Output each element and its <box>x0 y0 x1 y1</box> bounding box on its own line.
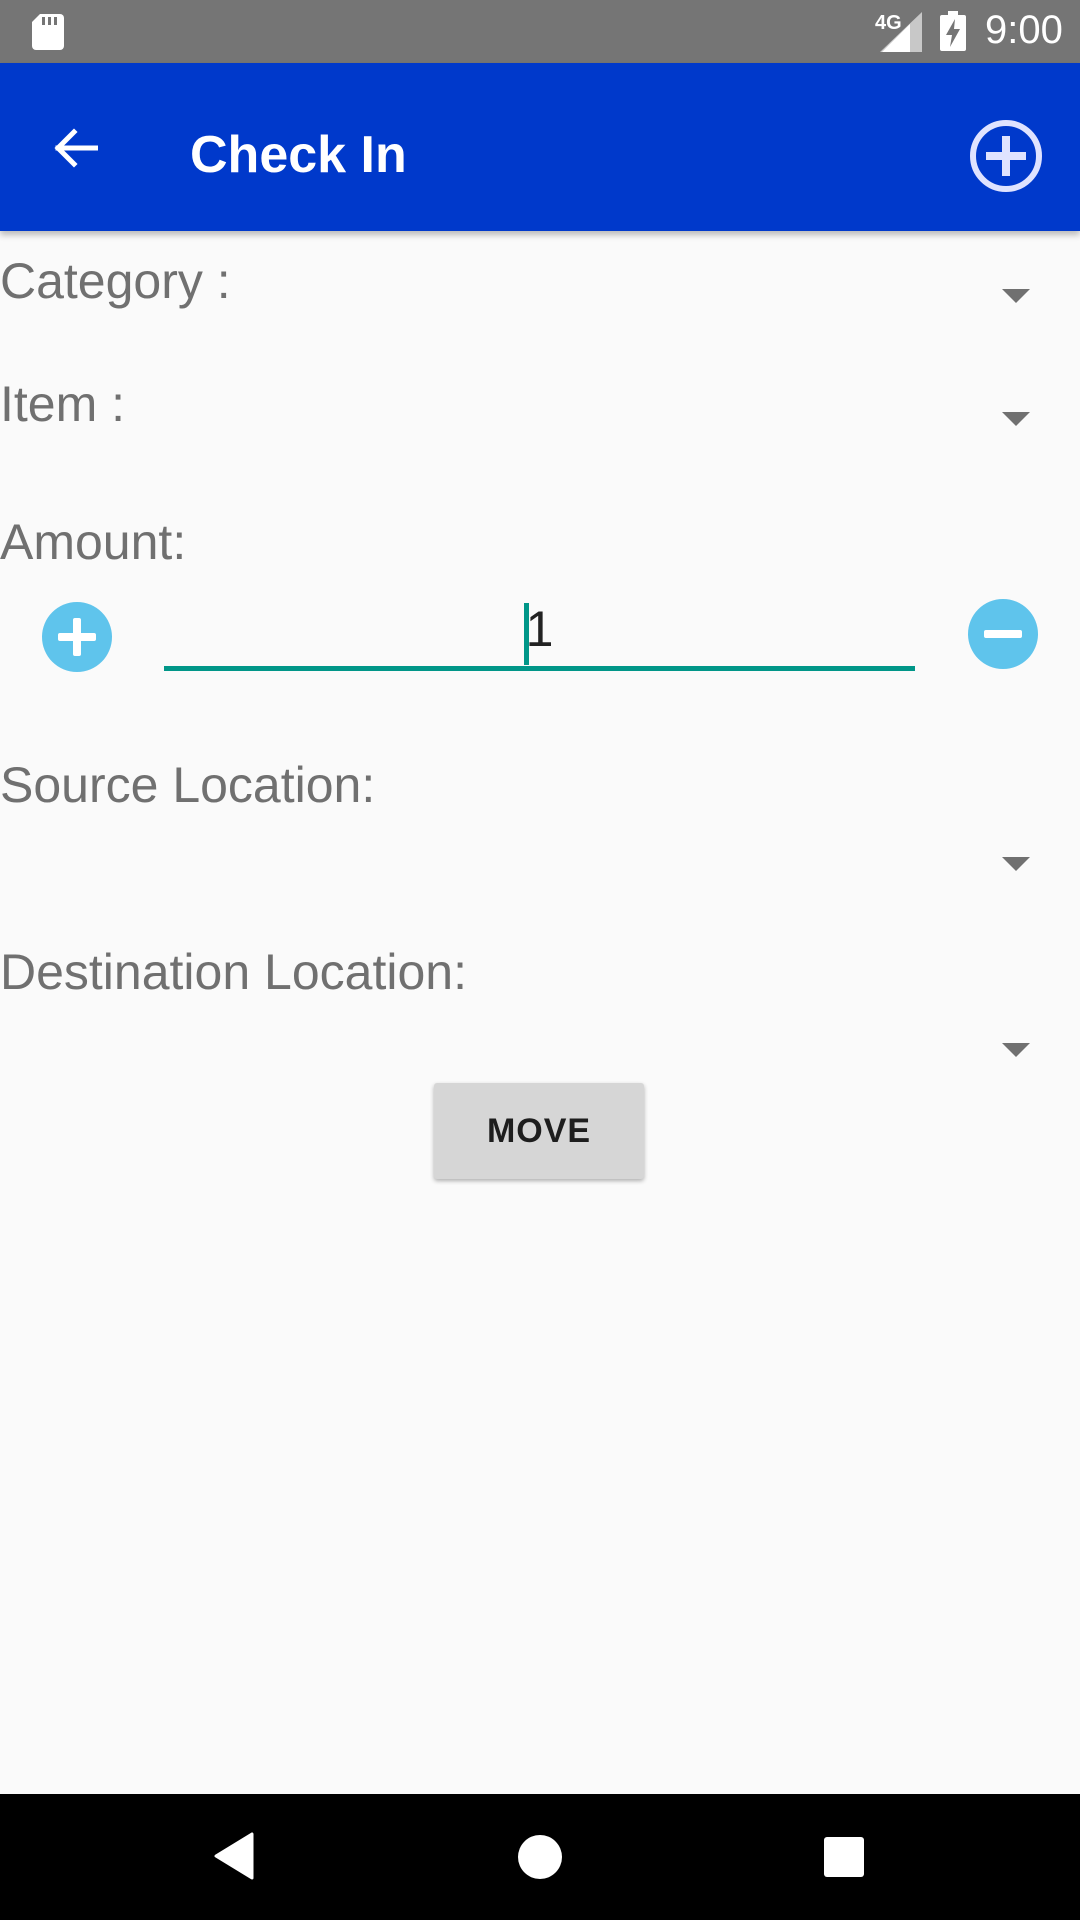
back-button[interactable] <box>40 113 110 183</box>
amount-label: Amount: <box>0 514 187 570</box>
item-dropdown[interactable]: Item : <box>0 359 1080 449</box>
chevron-down-icon <box>1002 1043 1030 1057</box>
category-label: Category : <box>0 253 231 309</box>
clock: 9:00 <box>985 8 1063 52</box>
nav-home-icon[interactable] <box>518 1835 562 1879</box>
sd-card-icon <box>32 14 64 50</box>
destination-location-label: Destination Location: <box>0 944 467 1000</box>
move-button[interactable]: MOVE <box>434 1083 644 1179</box>
signal-icon <box>880 12 922 52</box>
item-label: Item : <box>0 376 126 432</box>
decrement-button[interactable] <box>968 599 1038 669</box>
source-location-dropdown[interactable] <box>0 821 1080 911</box>
chevron-down-icon <box>1002 289 1030 303</box>
battery-charging-icon <box>940 11 966 51</box>
back-arrow-icon <box>54 128 98 168</box>
increment-button[interactable] <box>42 602 112 672</box>
text-cursor <box>524 603 529 665</box>
navigation-bar <box>0 1794 1080 1920</box>
amount-input[interactable] <box>164 591 915 671</box>
chevron-down-icon <box>1002 412 1030 426</box>
status-bar: 4G 9:00 <box>0 0 1080 63</box>
app-bar: Check In <box>0 63 1080 231</box>
nav-back-icon[interactable] <box>214 1832 254 1880</box>
nav-recents-icon[interactable] <box>824 1837 864 1877</box>
source-location-label: Source Location: <box>0 757 376 813</box>
category-dropdown[interactable]: Category : <box>0 236 1080 326</box>
add-circle-icon[interactable] <box>968 118 1044 194</box>
page-title: Check In <box>190 126 407 184</box>
chevron-down-icon <box>1002 857 1030 871</box>
